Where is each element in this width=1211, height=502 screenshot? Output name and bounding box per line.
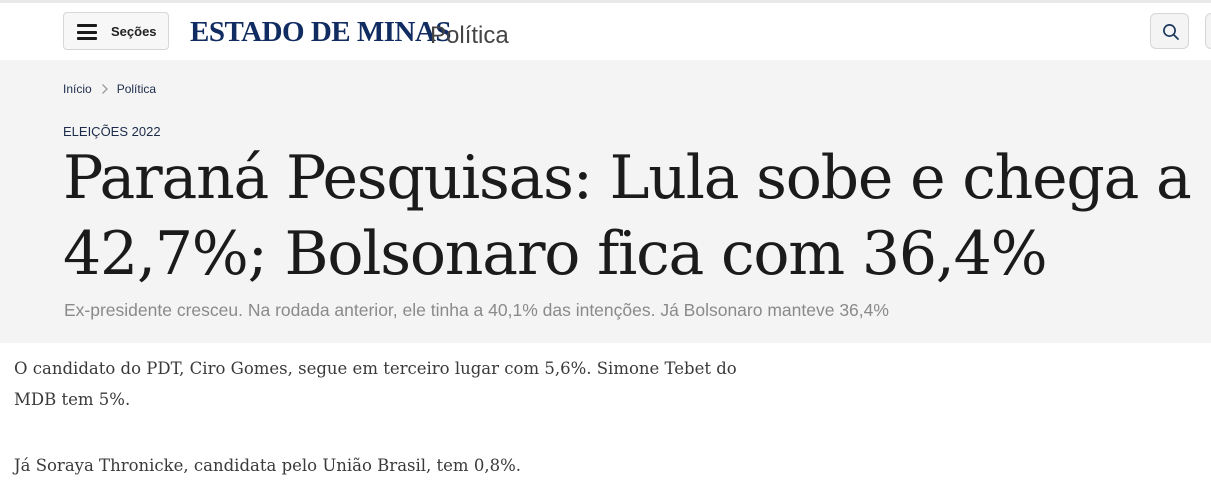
paragraph-line: Já Soraya Thronicke, candidata pelo Uniã… (14, 456, 521, 475)
headline-line-1: Paraná Pesquisas: Lula sobe e chega a (63, 143, 1192, 213)
sections-menu-label: Seções (111, 24, 157, 39)
paragraph-line: O candidato do PDT, Ciro Gomes, segue em… (14, 359, 737, 378)
breadcrumb-home-link[interactable]: Início (63, 82, 92, 96)
article-subtitle: Ex-presidente cresceu. Na rodada anterio… (64, 300, 889, 320)
article-headline: Paraná Pesquisas: Lula sobe e chega a 42… (63, 140, 1211, 292)
article-body: O candidato do PDT, Ciro Gomes, segue em… (14, 353, 814, 481)
site-logo[interactable]: ESTADO DE MINAS (190, 16, 452, 48)
site-header: Seções ESTADO DE MINAS Política (0, 3, 1211, 60)
article-kicker[interactable]: ELEIÇÕES 2022 (63, 124, 161, 140)
article-paragraph: Já Soraya Thronicke, candidata pelo Uniã… (14, 450, 814, 481)
headline-line-2: 42,7%; Bolsonaro fica com 36,4% (63, 219, 1048, 289)
paragraph-line: MDB tem 5%. (14, 390, 131, 409)
header-edge-button[interactable] (1205, 13, 1211, 49)
section-title-link[interactable]: Política (430, 22, 509, 50)
sections-menu-button[interactable]: Seções (63, 12, 169, 50)
search-icon (1163, 24, 1179, 40)
hamburger-icon (77, 24, 97, 40)
breadcrumb-politica-link[interactable]: Política (117, 82, 156, 96)
article-hero: Início Política ELEIÇÕES 2022 Paraná Pesq… (0, 60, 1211, 343)
chevron-right-icon (101, 84, 108, 94)
article-paragraph: O candidato do PDT, Ciro Gomes, segue em… (14, 353, 814, 415)
search-button[interactable] (1150, 13, 1189, 49)
breadcrumb: Início Política (63, 82, 156, 96)
